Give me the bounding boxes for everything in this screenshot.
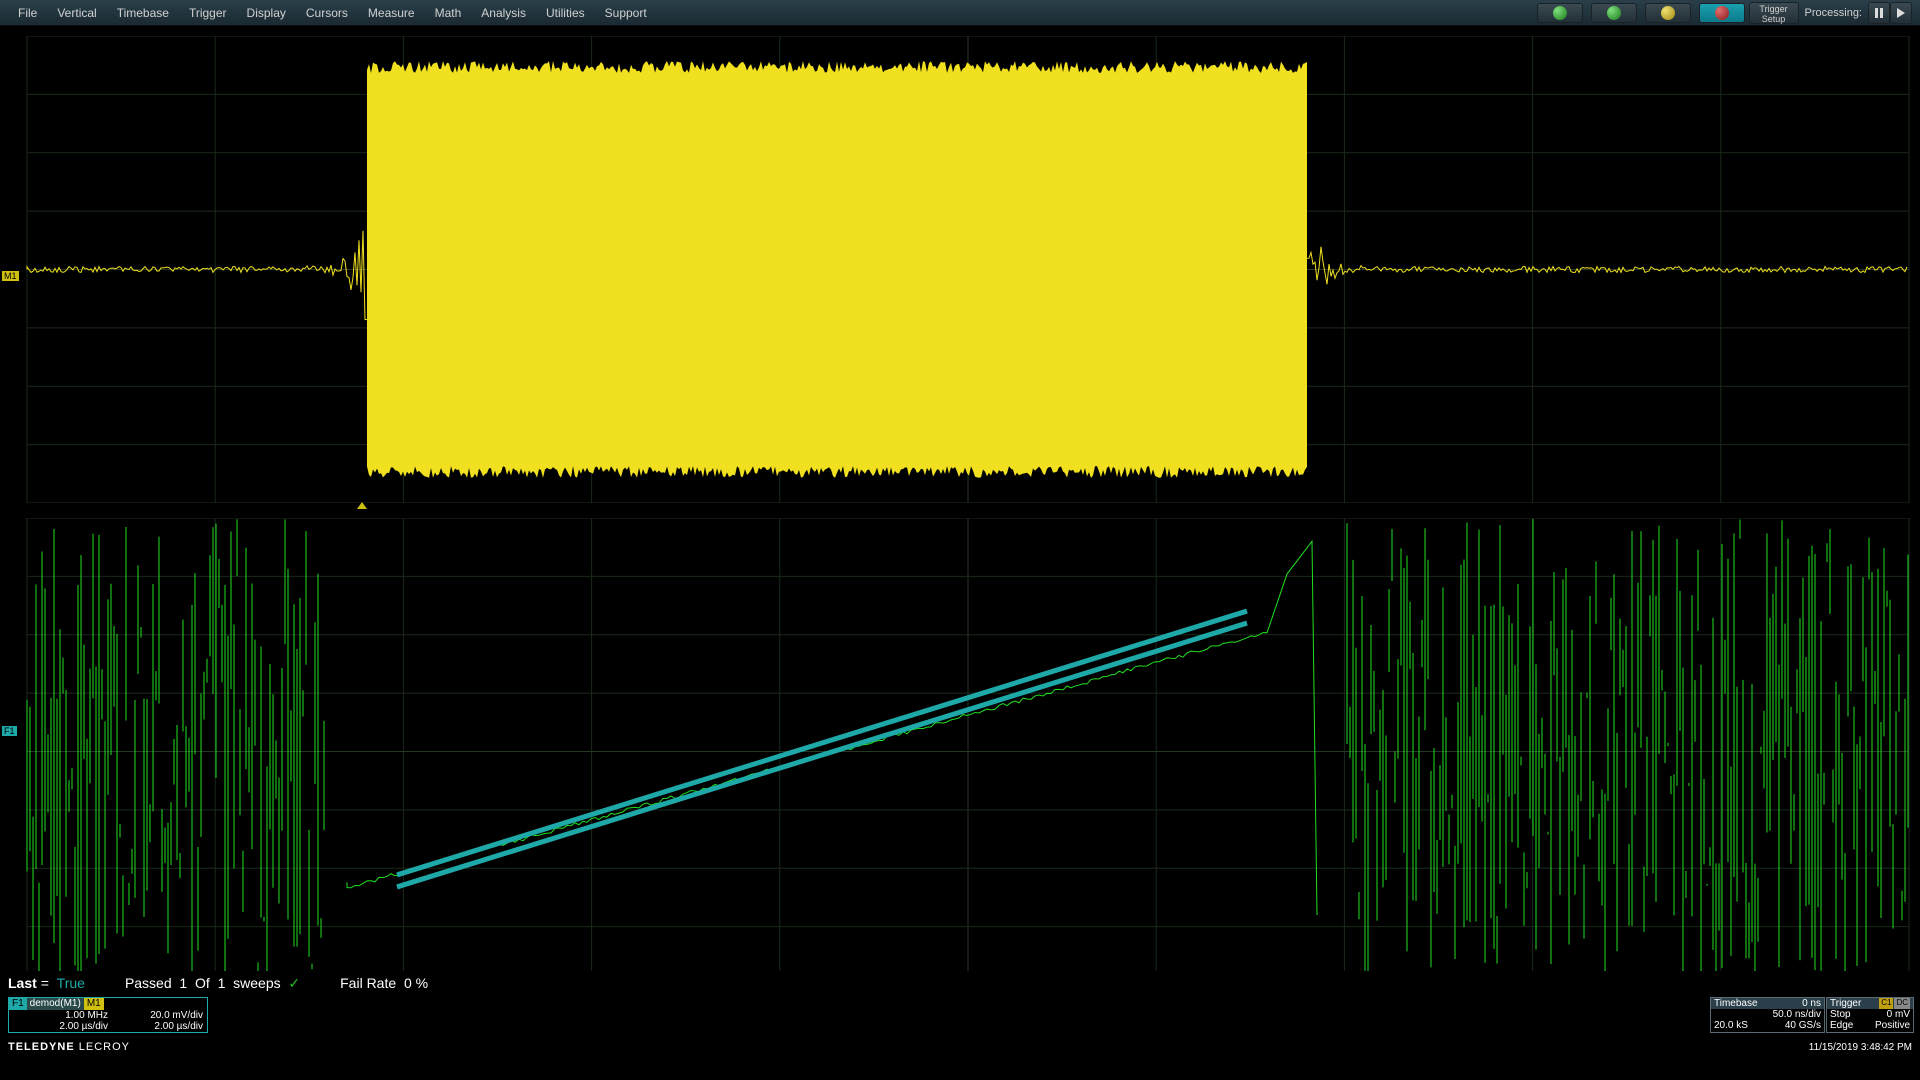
menu-analysis[interactable]: Analysis xyxy=(471,4,536,22)
trigger-badge-dc: DC xyxy=(1894,998,1910,1009)
toolbar-knob-4[interactable] xyxy=(1699,3,1745,23)
trigger-setup-l1: Trigger xyxy=(1750,4,1798,14)
knob-icon xyxy=(1715,6,1729,20)
menu-vertical[interactable]: Vertical xyxy=(47,4,106,22)
timebase-tdiv: 50.0 ns/div xyxy=(1773,1009,1821,1020)
menubar: File Vertical Timebase Trigger Display C… xyxy=(0,0,1920,26)
total-count: 1 xyxy=(218,975,226,991)
timebase-readout[interactable]: Timebase 0 ns 50.0 ns/div 20.0 kS 40 GS/… xyxy=(1710,997,1825,1033)
processing-label: Processing: xyxy=(1805,7,1862,19)
failrate-label: Fail Rate xyxy=(340,975,396,991)
timebase-rate: 40 GS/s xyxy=(1785,1020,1821,1031)
toolbar-knob-2[interactable] xyxy=(1591,3,1637,23)
menu-measure[interactable]: Measure xyxy=(358,4,425,22)
waveform-area[interactable]: M1 F1 Last = True Passed 1 Of 1 sweeps ✓… xyxy=(0,26,1920,995)
knob-icon xyxy=(1553,6,1567,20)
trigger-badge-c1: C1 xyxy=(1879,998,1893,1009)
test-results-bar: Last = True Passed 1 Of 1 sweeps ✓ Fail … xyxy=(0,971,1920,995)
readout-tdiv2: 2.00 µs/div xyxy=(108,1021,203,1032)
trigger-title: Trigger xyxy=(1830,998,1861,1009)
trigger-readout[interactable]: Trigger C1 DC Stop 0 mV Edge Positive xyxy=(1826,997,1914,1033)
menu-support[interactable]: Support xyxy=(595,4,657,22)
failrate-value: 0 % xyxy=(404,975,428,991)
status-bar: F1 demod(M1) M1 1.00 MHz 2.00 µs/div 20.… xyxy=(0,995,1920,1055)
readout-tab-m1: M1 xyxy=(84,998,104,1010)
trace-label-f1[interactable]: F1 xyxy=(2,726,17,736)
waveform-grid-upper xyxy=(18,36,1918,503)
trigger-marker-upper[interactable] xyxy=(357,502,367,509)
last-value: True xyxy=(57,975,85,991)
menu-trigger[interactable]: Trigger xyxy=(179,4,237,22)
menu-utilities[interactable]: Utilities xyxy=(536,4,595,22)
toolbar-knob-3[interactable] xyxy=(1645,3,1691,23)
menu-cursors[interactable]: Cursors xyxy=(296,4,358,22)
pause-icon xyxy=(1874,8,1884,18)
trigger-setup-button[interactable]: Trigger Setup xyxy=(1749,2,1799,24)
timebase-title: Timebase xyxy=(1714,998,1758,1009)
passed-count: 1 xyxy=(179,975,187,991)
readout-vdiv: 20.0 mV/div xyxy=(108,1010,203,1021)
menu-file[interactable]: File xyxy=(8,4,47,22)
readout-tab-demod: demod(M1) xyxy=(27,998,84,1010)
trigger-slope: Positive xyxy=(1875,1020,1910,1031)
check-icon: ✓ xyxy=(288,975,300,991)
trigger-setup-l2: Setup xyxy=(1750,14,1798,24)
brand-label: TELEDYNE LECROY xyxy=(8,1041,130,1053)
pause-button[interactable] xyxy=(1868,2,1890,24)
readout-tdiv1: 2.00 µs/div xyxy=(13,1021,108,1032)
toolbar-knob-1[interactable] xyxy=(1537,3,1583,23)
readout-tab-f1: F1 xyxy=(9,998,27,1010)
timestamp: 11/15/2019 3:48:42 PM xyxy=(1809,1042,1912,1053)
trace-m1-burst xyxy=(367,61,1307,478)
play-button[interactable] xyxy=(1890,2,1912,24)
trace-label-m1[interactable]: M1 xyxy=(2,271,19,281)
mask-band-upper xyxy=(397,611,1247,875)
menu-display[interactable]: Display xyxy=(237,4,296,22)
trigger-level: 0 mV xyxy=(1887,1009,1910,1020)
last-label: Last xyxy=(8,975,37,991)
trigger-type: Edge xyxy=(1830,1020,1853,1031)
trigger-mode: Stop xyxy=(1830,1009,1851,1020)
sweeps-label: sweeps xyxy=(233,975,280,991)
play-icon xyxy=(1896,8,1906,18)
menu-math[interactable]: Math xyxy=(425,4,472,22)
knob-icon xyxy=(1661,6,1675,20)
timebase-delay: 0 ns xyxy=(1802,998,1821,1009)
of-label: Of xyxy=(195,975,210,991)
readout-freq: 1.00 MHz xyxy=(13,1010,108,1021)
menu-timebase[interactable]: Timebase xyxy=(107,4,179,22)
timebase-samples: 20.0 kS xyxy=(1714,1020,1748,1031)
knob-icon xyxy=(1607,6,1621,20)
mask-band-lower xyxy=(397,623,1247,887)
waveform-grid-lower xyxy=(18,518,1918,985)
channel-readout-f1[interactable]: F1 demod(M1) M1 1.00 MHz 2.00 µs/div 20.… xyxy=(8,997,208,1033)
passed-label: Passed xyxy=(125,975,172,991)
